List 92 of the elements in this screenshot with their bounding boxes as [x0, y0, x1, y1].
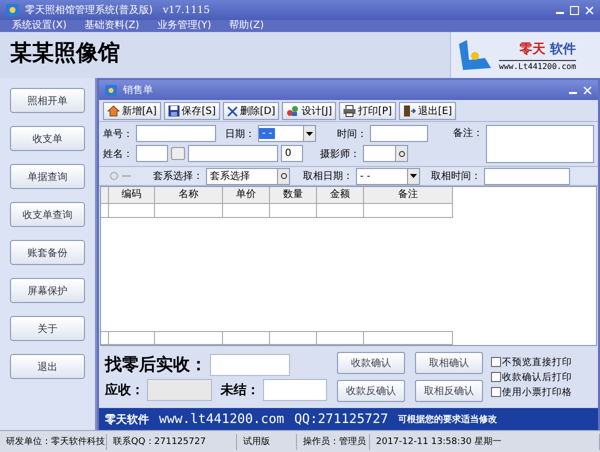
window-icon — [105, 84, 117, 96]
toolbar-button[interactable]: 打印[P] — [339, 102, 396, 120]
browse-button[interactable] — [171, 147, 185, 160]
photographer-field[interactable] — [363, 145, 408, 162]
order-number-field[interactable] — [136, 125, 216, 142]
field-label: 套系选择： — [153, 170, 203, 183]
field-label: 日期： — [225, 128, 255, 140]
field-label: 时间： — [337, 128, 367, 140]
shop-name: 某某照像馆 — [10, 39, 120, 68]
action-button[interactable]: 收款反确认 — [337, 380, 405, 402]
column-header[interactable]: 数量 — [270, 187, 317, 204]
table-cell — [270, 204, 317, 218]
banner-brand: 零天软件 — [105, 412, 149, 426]
field-label: 单号： — [103, 128, 133, 140]
note-field[interactable] — [486, 125, 594, 163]
field-label: 备注： — [453, 126, 483, 140]
column-header[interactable]: 名称 — [155, 187, 223, 204]
banner-url: www.lt441200.com — [159, 412, 284, 426]
option-label: 不预览直接打印 — [502, 356, 572, 368]
toolbar-button[interactable]: 新增[A] — [103, 102, 161, 120]
spinner-icon[interactable] — [277, 168, 289, 184]
toolbar-button[interactable]: 设计[J] — [282, 102, 336, 120]
sidebar-button[interactable]: 收支单查询 — [10, 202, 85, 227]
name-detail-field[interactable] — [188, 145, 278, 162]
banner-qq: QQ:271125727 — [294, 412, 388, 426]
table-cell — [109, 204, 155, 218]
logo-name: 零天 软件 — [520, 40, 576, 58]
receivable-label: 应收： — [105, 382, 144, 399]
checkbox[interactable] — [491, 387, 501, 397]
column-header[interactable]: 单价 — [223, 187, 270, 204]
name-field[interactable] — [136, 145, 168, 162]
printer-icon — [343, 105, 356, 117]
form-window-title: 销售单 — [123, 84, 153, 97]
field-label: 姓名： — [103, 148, 133, 160]
close-icon[interactable] — [585, 6, 594, 14]
column-header[interactable]: 编码 — [109, 187, 155, 204]
date-field[interactable]: - - — [258, 125, 316, 142]
menu-item[interactable]: 基础资料(Z) — [84, 20, 140, 32]
sidebar-button[interactable]: 账套备份 — [10, 240, 85, 265]
table-cell — [155, 204, 223, 218]
pickup-time-field[interactable] — [484, 168, 570, 184]
checkbox[interactable] — [491, 372, 501, 382]
table-cell — [223, 204, 270, 218]
sidebar-button[interactable]: 关于 — [10, 316, 85, 341]
checkbox[interactable] — [491, 357, 501, 367]
sidebar-button[interactable]: 屏幕保护 — [10, 278, 85, 303]
sidebar-button[interactable]: 收支单 — [10, 126, 85, 151]
field-label: 摄影师： — [320, 148, 360, 160]
status-text: 联系QQ：271125727 — [107, 434, 238, 450]
field-label: 取相日期： — [303, 170, 353, 183]
sidebar-button[interactable]: 退出 — [10, 354, 85, 379]
close-icon[interactable] — [583, 86, 592, 94]
toolbar-button[interactable]: 删除[D] — [222, 102, 280, 120]
logo-url: www.Lt441200.com — [499, 60, 576, 70]
option-label: 使用小票打印格 — [502, 386, 572, 398]
field-label: 取相时间： — [431, 170, 481, 183]
sidebar-button[interactable]: 照相开单 — [10, 88, 85, 113]
pickup-date-field[interactable]: - - — [356, 168, 420, 184]
count-spinner[interactable]: 0 — [281, 145, 303, 162]
column-header[interactable]: 金额 — [317, 187, 364, 204]
change-received-field[interactable] — [210, 354, 290, 376]
menu-item[interactable]: 系统设置(X) — [12, 20, 67, 32]
banner-slogan: 可根据您的要求适当修改 — [398, 413, 498, 426]
action-button[interactable]: 收款确认 — [337, 352, 405, 374]
menu-item[interactable]: 业务管理(Y) — [157, 20, 212, 32]
cross-icon — [226, 106, 238, 116]
version-label: v17.1115 — [162, 4, 210, 16]
action-button[interactable]: 取相反确认 — [415, 380, 483, 402]
status-text: 2017-12-11 13:58:30 星期一 — [370, 434, 600, 450]
column-header[interactable]: 备注 — [364, 187, 453, 204]
unsettled-label: 未结： — [220, 382, 260, 399]
change-received-label: 找零后实收： — [105, 354, 207, 376]
status-text: 操作员：管理员 — [297, 434, 370, 450]
status-text: 试用版 — [237, 434, 298, 450]
tools-icon — [286, 105, 300, 117]
app-icon — [6, 4, 19, 16]
toolbar-button[interactable]: 退出[E] — [398, 102, 456, 120]
exit-door-icon — [402, 105, 416, 117]
receivable-field — [147, 379, 212, 401]
option-label: 收款确认后打印 — [502, 370, 572, 384]
unsettled-field[interactable] — [262, 379, 327, 401]
toolbar-button[interactable]: 保存[S] — [164, 102, 220, 120]
menu-item[interactable]: 帮助(Z) — [229, 20, 264, 32]
table-cell — [317, 204, 364, 218]
action-button[interactable]: 取相确认 — [415, 352, 483, 374]
spinner-icon[interactable] — [395, 146, 407, 161]
maximize-icon[interactable] — [570, 6, 579, 14]
sidebar-button[interactable]: 单据查询 — [10, 164, 85, 189]
time-field[interactable] — [370, 125, 428, 142]
package-select[interactable]: 套系选择 — [206, 168, 290, 184]
window-title: 零天照相馆管理系统(普及版) — [25, 4, 153, 17]
status-text: 研发单位：零天软件科技 — [0, 434, 108, 450]
